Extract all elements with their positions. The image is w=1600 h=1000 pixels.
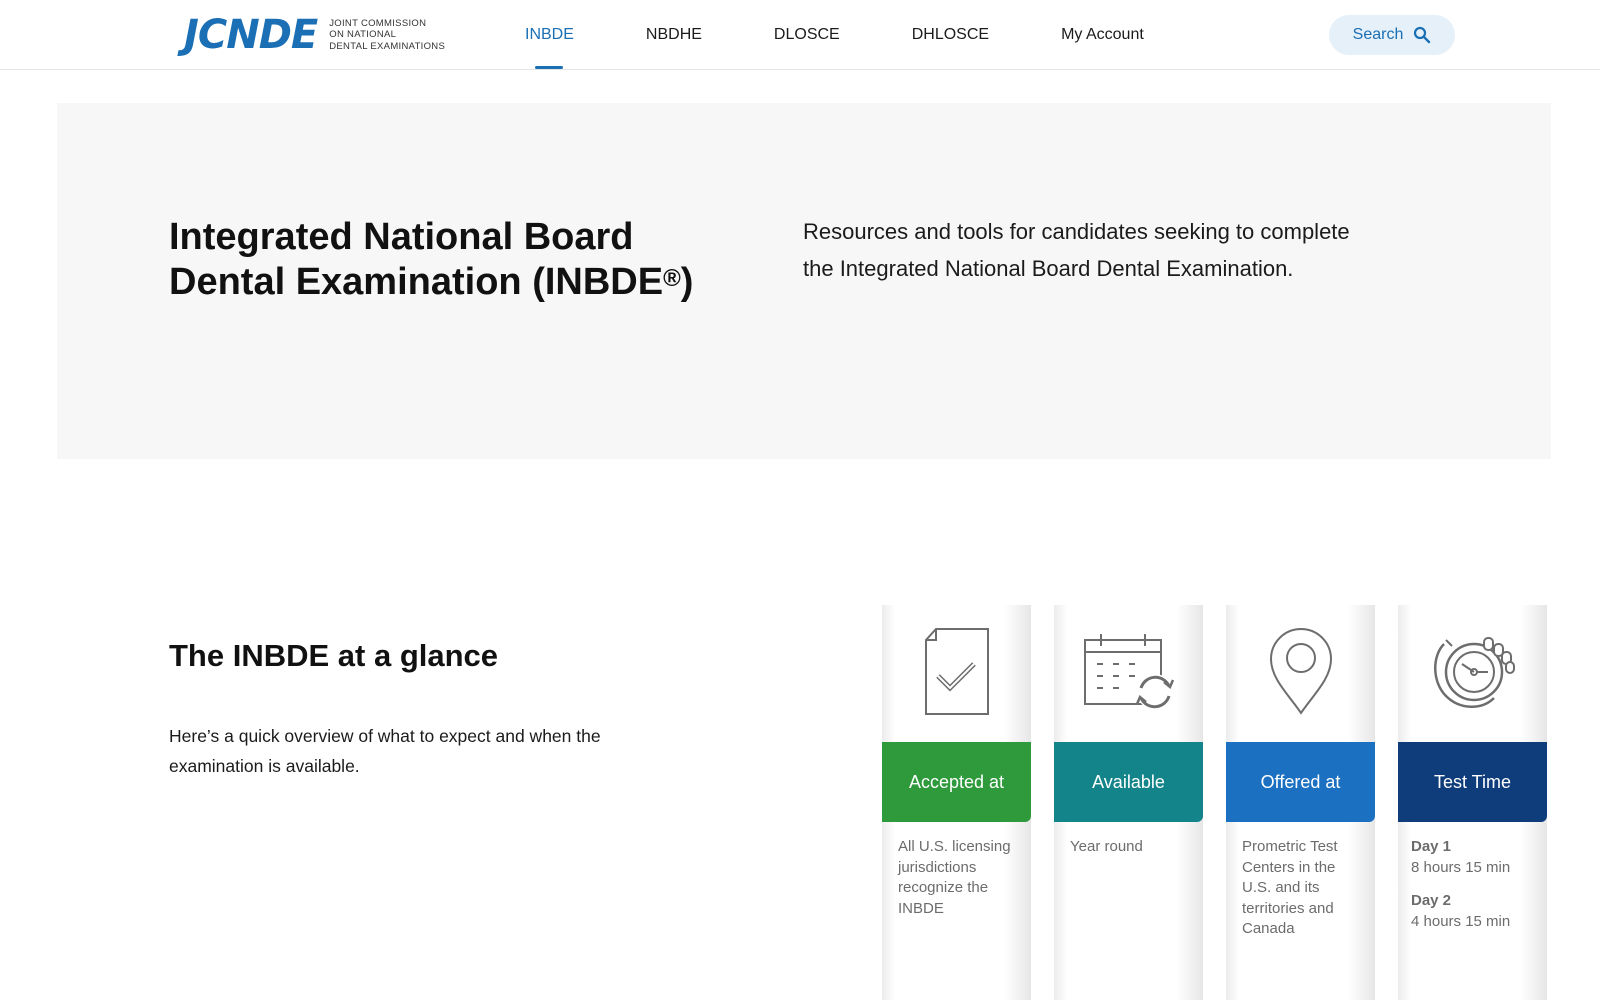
card-text: Year round xyxy=(1070,838,1143,855)
jcnde-logo[interactable]: JCNDE Joint Commission on National Denta… xyxy=(184,12,445,58)
day-label: Day 2 xyxy=(1411,892,1452,909)
glance-card-offered: Offered at Prometric Test Centers in the… xyxy=(1226,605,1375,1000)
glance-heading: The INBDE at a glance xyxy=(169,638,499,673)
card-text: Day 1 8 hours 15 min Day 2 4 hours 15 mi… xyxy=(1411,837,1537,945)
main-nav: INBDE NBDHE DLOSCE DHLOSCE My Account xyxy=(505,0,1144,70)
test-day-1: Day 1 8 hours 15 min xyxy=(1411,837,1537,878)
nav-item-my-account[interactable]: My Account xyxy=(1061,0,1144,70)
nav-item-nbdhe[interactable]: NBDHE xyxy=(646,0,702,70)
card-label-band: Offered at xyxy=(1226,742,1375,822)
card-label: Accepted at xyxy=(908,771,1005,792)
glance-description: Here’s a quick overview of what to expec… xyxy=(169,726,601,776)
hero-banner: Integrated National Board Dental Examina… xyxy=(57,103,1551,459)
nav-item-dhlosce[interactable]: DHLOSCE xyxy=(912,0,989,70)
logo-line-2: on National xyxy=(329,29,397,41)
card-label-band: Available xyxy=(1054,742,1203,822)
logo-line-3: Dental Examinations xyxy=(329,40,446,52)
glance-card-accepted: Accepted at All U.S. licensing jurisdict… xyxy=(882,605,1031,1000)
nav-item-dlosce[interactable]: DLOSCE xyxy=(774,0,840,70)
card-label: Available xyxy=(1092,771,1165,792)
hero-description: Resources and tools for candidates seeki… xyxy=(803,219,1350,281)
calendar-refresh-icon xyxy=(1054,617,1203,727)
card-label: Test Time xyxy=(1433,771,1512,792)
card-text: All U.S. licensing jurisdictions recogni… xyxy=(898,838,1011,917)
card-label-band: Accepted at xyxy=(882,742,1031,822)
location-pin-icon xyxy=(1226,617,1375,727)
glance-card-available: Available Year round xyxy=(1054,605,1203,1000)
page-title-text: Integrated National Board Dental Examina… xyxy=(169,216,664,303)
test-day-2: Day 2 4 hours 15 min xyxy=(1411,891,1537,932)
card-text: Prometric Test Centers in the U.S. and i… xyxy=(1242,838,1338,937)
day-label: Day 1 xyxy=(1411,838,1452,855)
logo-subtitle: Joint Commission on National Dental Exam… xyxy=(329,18,445,53)
stopwatch-icon xyxy=(1398,617,1547,727)
logo-mark: JCNDE xyxy=(184,12,318,58)
card-label-band: Test Time xyxy=(1398,742,1547,822)
page-title: Integrated National Board Dental Examina… xyxy=(169,215,729,305)
document-check-icon xyxy=(882,617,1031,727)
day-duration: 8 hours 15 min xyxy=(1411,858,1511,876)
registered-mark: ® xyxy=(663,265,681,292)
nav-item-inbde[interactable]: INBDE xyxy=(525,0,574,70)
day-duration: 4 hours 15 min xyxy=(1411,912,1511,930)
glance-card-test-time: Test Time Day 1 8 hours 15 min Day 2 4 h… xyxy=(1398,605,1547,1000)
logo-line-1: Joint Commission xyxy=(329,17,427,29)
search-icon xyxy=(1414,26,1431,44)
site-header: JCNDE Joint Commission on National Denta… xyxy=(0,0,1600,70)
card-label: Offered at xyxy=(1260,771,1341,792)
search-label: Search xyxy=(1352,26,1404,43)
page-title-close: ) xyxy=(680,261,694,303)
search-button[interactable]: Search xyxy=(1329,15,1455,55)
